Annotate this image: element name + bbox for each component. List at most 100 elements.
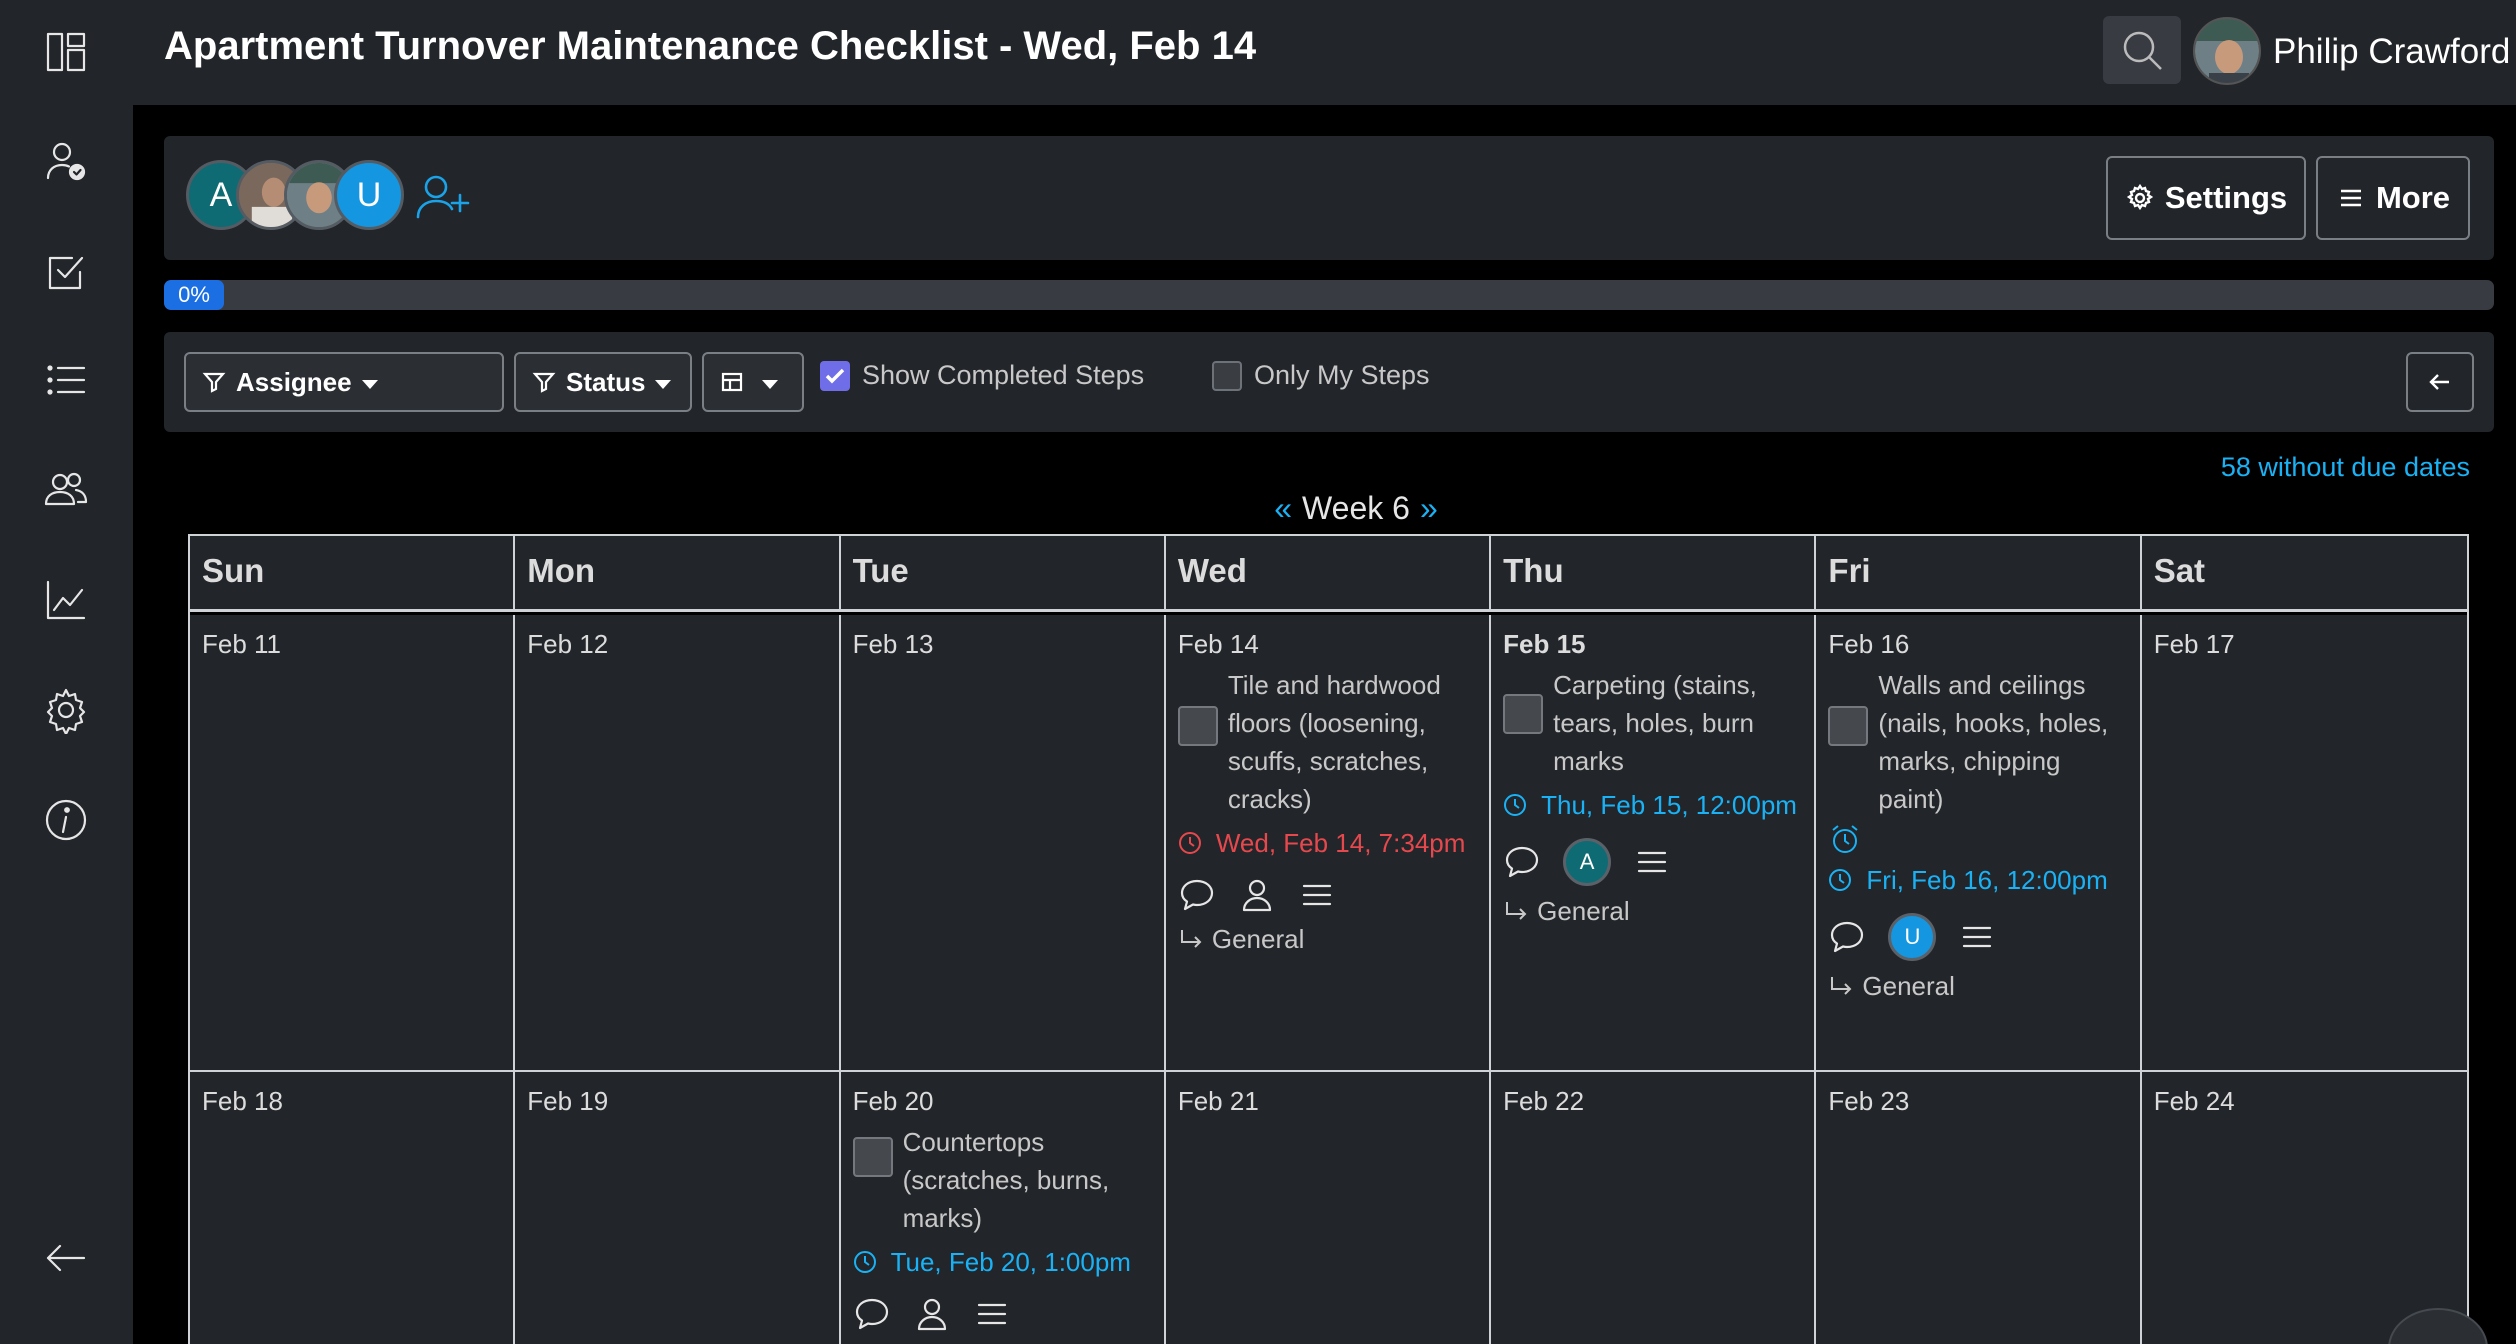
calendar: Sun Mon Tue Wed Thu Fri Sat Feb 11 Feb 1… bbox=[188, 534, 2469, 1344]
date-label: Feb 12 bbox=[527, 629, 609, 659]
users-icon[interactable] bbox=[38, 462, 94, 518]
week-navigation: « Week 6 » bbox=[98, 490, 2516, 527]
dashboard-icon[interactable] bbox=[38, 24, 94, 80]
member-avatar[interactable]: U bbox=[334, 160, 404, 230]
filter-icon bbox=[532, 372, 556, 393]
calendar-day[interactable]: Feb 17 bbox=[2141, 615, 2467, 1070]
day-header: Fri bbox=[1816, 536, 2142, 609]
task-due-date: Thu, Feb 15, 12:00pm bbox=[1503, 786, 1802, 824]
comment-icon[interactable] bbox=[1828, 918, 1866, 956]
date-label: Feb 13 bbox=[852, 629, 934, 659]
next-week-button[interactable]: » bbox=[1420, 490, 1438, 527]
menu-icon[interactable] bbox=[1958, 918, 1996, 956]
assignee-filter[interactable]: Assignee bbox=[184, 352, 504, 412]
calendar-day[interactable]: Feb 11 bbox=[190, 615, 516, 1070]
assign-user-icon[interactable] bbox=[1238, 876, 1276, 914]
task-due-date: Wed, Feb 14, 7:34pm bbox=[1178, 824, 1477, 862]
date-label: Feb 11 bbox=[202, 629, 282, 659]
reports-icon[interactable] bbox=[38, 572, 94, 628]
only-my-steps-toggle[interactable]: Only My Steps bbox=[1212, 360, 1430, 391]
due-date-text: Fri, Feb 16, 12:00pm bbox=[1866, 865, 2108, 895]
clock-icon bbox=[1504, 794, 1527, 816]
date-label: Feb 16 bbox=[1828, 629, 1910, 659]
task-name[interactable]: Carpeting (stains, tears, holes, burn ma… bbox=[1553, 666, 1802, 780]
day-header: Sun bbox=[190, 536, 516, 609]
calendar-day[interactable]: Feb 19 bbox=[515, 1072, 841, 1344]
arrow-left-icon bbox=[2429, 374, 2449, 390]
task-group: General bbox=[1828, 971, 2127, 1002]
calendar-day[interactable]: Feb 22 bbox=[1491, 1072, 1817, 1344]
date-label: Feb 24 bbox=[2153, 1086, 2235, 1116]
task-name[interactable]: Tile and hardwood floors (loosening, scu… bbox=[1228, 666, 1477, 818]
calendar-day[interactable]: Feb 13 bbox=[840, 615, 1166, 1070]
assign-user-icon[interactable] bbox=[913, 1295, 951, 1333]
calendar-week-row: Feb 18 Feb 19 Feb 20 Countertops (scratc… bbox=[190, 1072, 2467, 1344]
calendar-day[interactable]: Feb 24 bbox=[2141, 1072, 2467, 1344]
app-root: Apartment Turnover Maintenance Checklist… bbox=[0, 0, 2516, 1344]
calendar-day[interactable]: Feb 15 Carpeting (stains, tears, holes, … bbox=[1491, 615, 1817, 1070]
task-name[interactable]: Walls and ceilings (nails, hooks, holes,… bbox=[1878, 666, 2127, 818]
menu-icon[interactable] bbox=[1298, 876, 1336, 914]
user-name[interactable]: Philip Crawford bbox=[2273, 32, 2510, 72]
assignee-avatar[interactable]: U bbox=[1888, 913, 1937, 961]
task-actions bbox=[853, 1295, 1152, 1333]
status-filter-label: Status bbox=[566, 366, 646, 397]
due-date-text: Wed, Feb 14, 7:34pm bbox=[1215, 828, 1466, 858]
without-due-dates-link[interactable]: 58 without due dates bbox=[2221, 452, 2470, 483]
task-card[interactable]: Carpeting (stains, tears, holes, burn ma… bbox=[1503, 666, 1802, 927]
calendar-day[interactable]: Feb 23 bbox=[1816, 1072, 2142, 1344]
list-icon[interactable] bbox=[38, 352, 94, 408]
collapse-arrow-icon[interactable] bbox=[38, 1230, 94, 1286]
comment-icon[interactable] bbox=[1178, 876, 1216, 914]
subdirectory-arrow-icon bbox=[1180, 929, 1202, 948]
task-name[interactable]: Countertops (scratches, burns, marks) bbox=[903, 1123, 1152, 1237]
back-button[interactable] bbox=[2406, 352, 2474, 412]
more-button[interactable]: More bbox=[2316, 156, 2470, 240]
view-selector[interactable] bbox=[702, 352, 804, 412]
settings-icon[interactable] bbox=[38, 682, 94, 738]
status-filter[interactable]: Status bbox=[514, 352, 692, 412]
calendar-day[interactable]: Feb 18 bbox=[190, 1072, 516, 1344]
task-group: General bbox=[1503, 896, 1802, 927]
calendar-day[interactable]: Feb 20 Countertops (scratches, burns, ma… bbox=[840, 1072, 1166, 1344]
task-group: General bbox=[1178, 924, 1477, 955]
assignee-filter-label: Assignee bbox=[236, 366, 352, 397]
group-label: General bbox=[1537, 896, 1630, 926]
task-card[interactable]: Walls and ceilings (nails, hooks, holes,… bbox=[1828, 666, 2127, 1002]
date-label: Feb 14 bbox=[1177, 629, 1259, 659]
layout-icon bbox=[721, 372, 743, 392]
calendar-day[interactable]: Feb 12 bbox=[515, 615, 841, 1070]
menu-icon[interactable] bbox=[1633, 843, 1671, 881]
user-avatar[interactable] bbox=[2193, 17, 2261, 85]
calendar-day[interactable]: Feb 14 Tile and hardwood floors (looseni… bbox=[1165, 615, 1492, 1070]
task-card[interactable]: Countertops (scratches, burns, marks) Tu… bbox=[852, 1123, 1152, 1333]
prev-week-button[interactable]: « bbox=[1274, 490, 1292, 527]
top-bar: Apartment Turnover Maintenance Checklist… bbox=[133, 0, 2516, 105]
task-checkbox[interactable] bbox=[1177, 706, 1218, 746]
calendar-day[interactable]: Feb 16 Walls and ceilings (nails, hooks,… bbox=[1816, 615, 2142, 1070]
day-header: Mon bbox=[515, 536, 841, 609]
task-card[interactable]: Tile and hardwood floors (loosening, scu… bbox=[1177, 666, 1477, 955]
group-label: General bbox=[1862, 971, 1955, 1001]
task-checkbox[interactable] bbox=[1503, 694, 1544, 734]
add-member-icon[interactable] bbox=[414, 169, 470, 225]
more-label: More bbox=[2375, 180, 2451, 215]
checklists-icon[interactable] bbox=[38, 244, 94, 300]
my-assignments-icon[interactable] bbox=[38, 134, 94, 190]
search-icon bbox=[2123, 31, 2162, 70]
chevron-down-icon bbox=[762, 379, 778, 389]
menu-icon[interactable] bbox=[973, 1295, 1011, 1333]
comment-icon[interactable] bbox=[1503, 843, 1541, 881]
show-completed-toggle[interactable]: Show Completed Steps bbox=[820, 360, 1144, 391]
task-actions: U bbox=[1828, 913, 2127, 961]
settings-button[interactable]: Settings bbox=[2106, 156, 2306, 240]
comment-icon[interactable] bbox=[853, 1295, 891, 1333]
show-completed-checkbox[interactable] bbox=[820, 360, 850, 391]
assignee-avatar[interactable]: A bbox=[1563, 838, 1612, 886]
search-button[interactable] bbox=[2103, 16, 2181, 84]
only-my-steps-checkbox[interactable] bbox=[1212, 360, 1242, 391]
task-checkbox[interactable] bbox=[1828, 706, 1869, 746]
info-icon[interactable] bbox=[38, 792, 94, 848]
calendar-day[interactable]: Feb 21 bbox=[1165, 1072, 1492, 1344]
task-checkbox[interactable] bbox=[852, 1137, 893, 1177]
